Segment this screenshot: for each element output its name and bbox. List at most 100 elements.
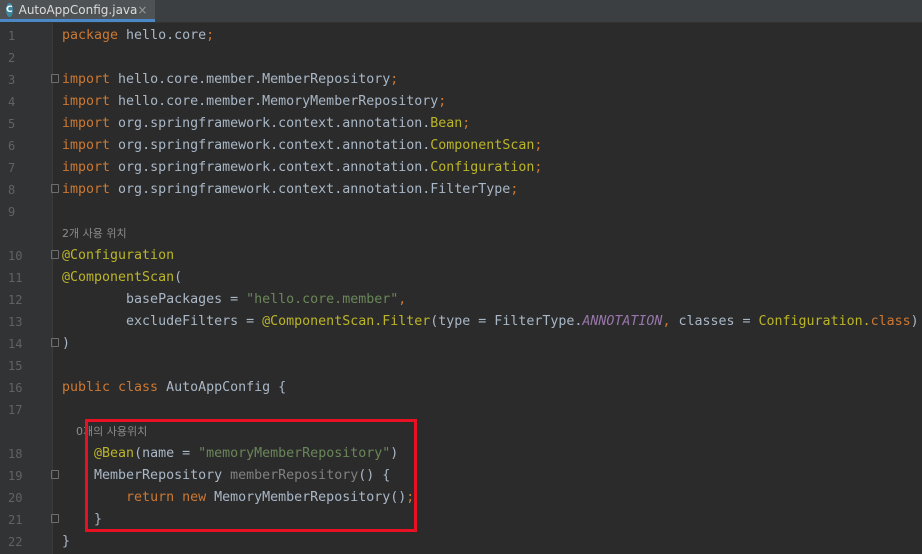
code-line[interactable]: 6 import org.springframework.context.anno… <box>0 135 922 157</box>
code-token: Configuration <box>430 160 535 175</box>
usage-hint-row[interactable]: 2개 사용 위치 <box>0 223 922 245</box>
fold-marker-icon[interactable] <box>51 470 59 479</box>
code-token: org.springframework.context.annotation. <box>118 116 431 131</box>
code-line[interactable]: 17 <box>0 399 922 421</box>
line-number: 11 <box>8 271 23 285</box>
code-token: , <box>398 292 407 307</box>
fold-marker-icon[interactable] <box>51 338 59 347</box>
line-number: 21 <box>8 513 23 527</box>
code-line[interactable]: 22} <box>0 531 922 553</box>
code-token: import <box>62 116 119 131</box>
code-token: import <box>62 138 119 153</box>
code-token: ComponentScan <box>430 138 535 153</box>
line-number: 3 <box>8 73 16 87</box>
code-text: import org.springframework.context.annot… <box>62 157 542 179</box>
code-token: Bean <box>430 116 463 131</box>
close-icon[interactable]: × <box>137 3 147 17</box>
tab-label: AutoAppConfig.java <box>18 2 138 17</box>
code-line[interactable]: 13 excludeFilters = @ComponentScan.Filte… <box>0 311 922 333</box>
line-number: 18 <box>8 447 23 461</box>
code-token: hello.core.member.MemoryMemberRepository <box>118 94 439 109</box>
line-number: 10 <box>8 249 23 263</box>
code-text: public class AutoAppConfig { <box>62 377 286 399</box>
code-token: Configuration. <box>758 314 871 329</box>
code-line[interactable]: 14) <box>0 333 922 355</box>
fold-marker-icon[interactable] <box>51 74 59 83</box>
code-token: ; <box>206 28 215 43</box>
code-token: org.springframework.context.annotation. <box>118 160 431 175</box>
code-line[interactable]: 10 @Configuration <box>0 245 922 267</box>
code-line[interactable]: 1 package hello.core; <box>0 25 922 47</box>
code-line[interactable]: 16 public class AutoAppConfig { <box>0 377 922 399</box>
line-number: 6 <box>8 139 16 153</box>
code-token: (type = FilterType. <box>430 314 583 329</box>
code-line[interactable]: 4 import hello.core.member.MemoryMemberRe… <box>0 91 922 113</box>
code-text: import hello.core.member.MemoryMemberRep… <box>62 91 446 113</box>
line-number: 7 <box>8 161 16 175</box>
code-line[interactable]: 12 basePackages = "hello.core.member", <box>0 289 922 311</box>
line-number: 13 <box>8 315 23 329</box>
code-line[interactable]: 9 <box>0 201 922 223</box>
code-text: package hello.core; <box>62 25 214 47</box>
code-token: ; <box>534 138 543 153</box>
line-number: 9 <box>8 205 16 219</box>
code-text: } <box>62 531 70 553</box>
code-token: excludeFilters = <box>62 314 263 329</box>
code-token: import <box>62 72 119 87</box>
line-number: 12 <box>8 293 23 307</box>
fold-marker-icon[interactable] <box>51 250 59 259</box>
code-line[interactable]: 8 import org.springframework.context.anno… <box>0 179 922 201</box>
code-text: import org.springframework.context.annot… <box>62 135 542 157</box>
code-token: ) <box>910 314 919 329</box>
code-text: import org.springframework.context.annot… <box>62 179 518 201</box>
code-text: @Configuration <box>62 245 174 267</box>
code-token: ) <box>62 336 71 351</box>
line-number: 19 <box>8 469 23 483</box>
code-line[interactable]: 11 @ComponentScan( <box>0 267 922 289</box>
code-token: } <box>62 534 71 549</box>
code-token: ; <box>534 160 543 175</box>
code-token: class <box>870 314 911 329</box>
code-line[interactable]: 5 import org.springframework.context.anno… <box>0 113 922 135</box>
code-line[interactable]: 15 <box>0 355 922 377</box>
code-token: import <box>62 182 119 197</box>
line-number: 16 <box>8 381 23 395</box>
code-token: ( <box>174 270 183 285</box>
code-token: import <box>62 160 119 175</box>
code-token: @ComponentScan <box>62 270 175 285</box>
code-token: "hello.core.member" <box>246 292 399 307</box>
code-token: classes = <box>678 314 759 329</box>
code-token: AutoAppConfig { <box>166 380 287 395</box>
line-number: 2 <box>8 51 16 65</box>
code-text: import hello.core.member.MemberRepositor… <box>62 69 398 91</box>
line-number: 22 <box>8 535 23 549</box>
line-number: 17 <box>8 403 23 417</box>
line-number: 5 <box>8 117 16 131</box>
usage-hint[interactable]: 2개 사용 위치 <box>62 223 127 245</box>
code-token: package <box>62 28 127 43</box>
code-text: import org.springframework.context.annot… <box>62 113 470 135</box>
code-text: excludeFilters = @ComponentScan.Filter(t… <box>62 311 919 333</box>
tab-autoappconfig[interactable]: C AutoAppConfig.java × <box>0 0 155 22</box>
fold-marker-icon[interactable] <box>51 514 59 523</box>
code-text: basePackages = "hello.core.member", <box>62 289 406 311</box>
code-token: ; <box>510 182 519 197</box>
code-line[interactable]: 7 import org.springframework.context.anno… <box>0 157 922 179</box>
code-line[interactable]: 3 import hello.core.member.MemberReposito… <box>0 69 922 91</box>
java-class-icon: C <box>6 2 13 17</box>
code-token: org.springframework.context.annotation. <box>118 138 431 153</box>
code-token: hello.core <box>126 28 207 43</box>
code-token: public class <box>62 380 167 395</box>
code-text: ) <box>62 333 70 355</box>
line-number: 8 <box>8 183 16 197</box>
editor-tab-bar: C AutoAppConfig.java × <box>0 0 922 23</box>
fold-marker-icon[interactable] <box>51 184 59 193</box>
highlight-box <box>85 419 417 532</box>
line-number: 14 <box>8 337 23 351</box>
code-token: @ComponentScan.Filter <box>262 314 431 329</box>
code-token: hello.core.member.MemberRepository <box>118 72 391 87</box>
code-text: @ComponentScan( <box>62 267 182 289</box>
code-token: , <box>662 314 679 329</box>
code-token: ANNOTATION <box>582 314 663 329</box>
code-line[interactable]: 2 <box>0 47 922 69</box>
